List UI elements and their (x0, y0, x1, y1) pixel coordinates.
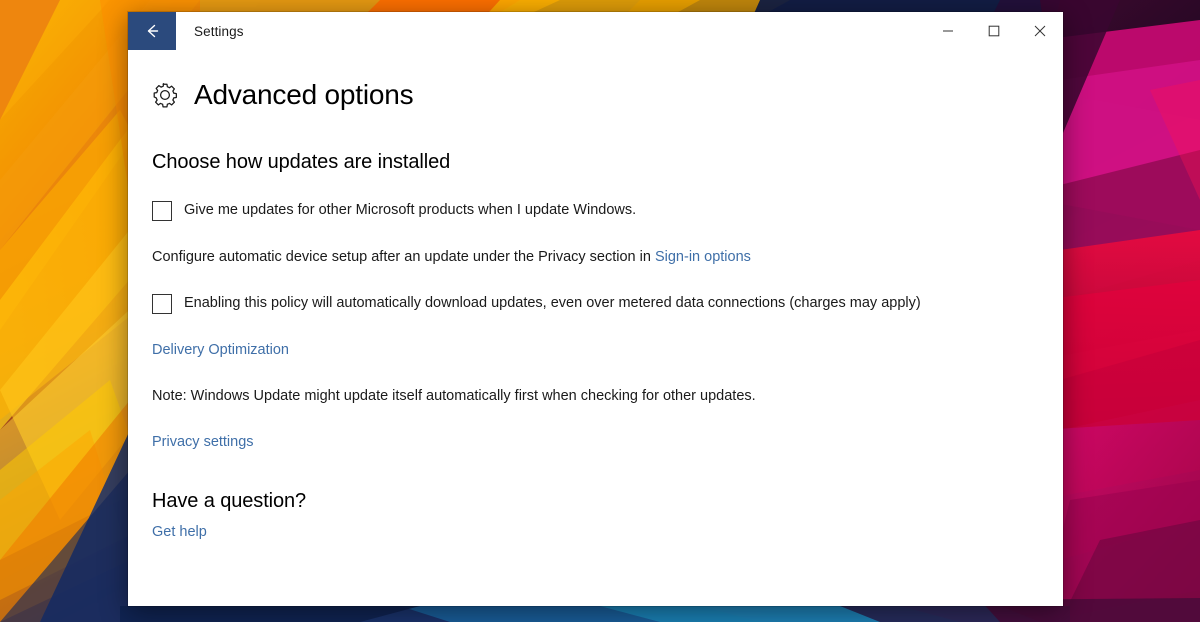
sign-in-options-link[interactable]: Sign-in options (655, 249, 751, 265)
checkbox-row-microsoft-products[interactable]: Give me updates for other Microsoft prod… (152, 200, 636, 221)
section-heading: Choose how updates are installed (152, 151, 1033, 174)
gear-icon (152, 82, 178, 108)
close-button[interactable] (1017, 12, 1063, 50)
checkbox-label-microsoft-products: Give me updates for other Microsoft prod… (184, 200, 636, 220)
checkbox-label-metered-connection: Enabling this policy will automatically … (184, 293, 921, 313)
configure-device-setup-prefix: Configure automatic device setup after a… (152, 249, 655, 265)
back-button[interactable] (128, 12, 176, 50)
privacy-settings-row: Privacy settings (152, 432, 1033, 452)
note-text: Note: Windows Update might update itself… (152, 386, 1033, 406)
get-help-link[interactable]: Get help (152, 524, 207, 540)
minimize-icon (942, 25, 954, 37)
delivery-optimization-row: Delivery Optimization (152, 340, 1033, 360)
settings-content: Advanced options Choose how updates are … (128, 50, 1063, 606)
checkbox-metered-connection[interactable] (152, 294, 172, 314)
settings-window: Settings (128, 12, 1063, 606)
have-a-question-heading: Have a question? (152, 490, 1033, 513)
checkbox-microsoft-products[interactable] (152, 201, 172, 221)
delivery-optimization-link[interactable]: Delivery Optimization (152, 342, 289, 358)
privacy-settings-link[interactable]: Privacy settings (152, 434, 254, 450)
close-icon (1034, 25, 1046, 37)
checkbox-row-metered-connection[interactable]: Enabling this policy will automatically … (152, 293, 921, 314)
maximize-button[interactable] (971, 12, 1017, 50)
maximize-icon (988, 25, 1000, 37)
window-title: Settings (176, 12, 244, 50)
configure-device-setup-text: Configure automatic device setup after a… (152, 247, 1033, 267)
window-titlebar: Settings (128, 12, 1063, 50)
minimize-button[interactable] (925, 12, 971, 50)
desktop: Settings (0, 0, 1200, 622)
get-help-row: Get help (152, 522, 1033, 542)
window-controls (925, 12, 1063, 50)
page-header: Advanced options (152, 80, 1033, 111)
back-arrow-icon (142, 21, 162, 41)
page-title: Advanced options (194, 80, 413, 111)
